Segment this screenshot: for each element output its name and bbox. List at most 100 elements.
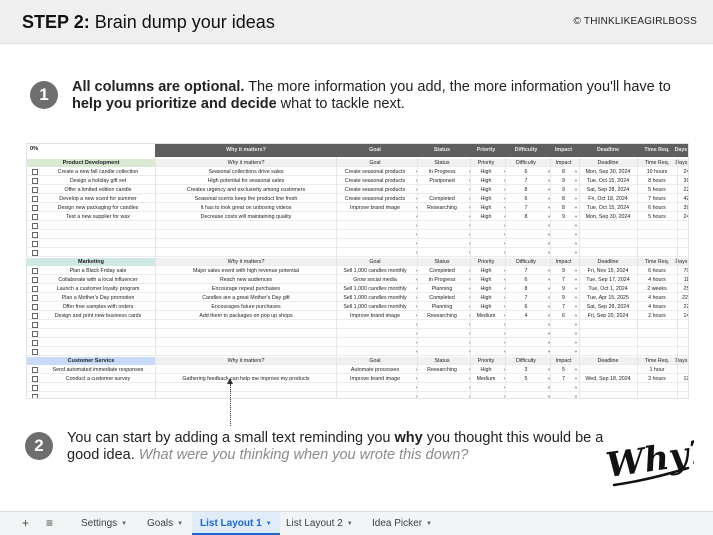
goal-cell[interactable]: Improve brand image: [336, 312, 414, 320]
deadline-cell[interactable]: Tue, Sep 17, 2024: [579, 276, 637, 284]
difficulty-cell[interactable]: 3: [505, 366, 547, 374]
row-checkbox[interactable]: [32, 340, 38, 346]
row-checkbox[interactable]: [32, 241, 38, 247]
days-left-cell[interactable]: [671, 339, 688, 347]
goal-cell[interactable]: [336, 222, 414, 230]
tab-list-layout-1[interactable]: List Layout 1 ▼: [192, 512, 280, 535]
task-cell[interactable]: Develop a new scent for summer: [41, 195, 155, 203]
priority-cell[interactable]: High: [470, 303, 502, 311]
task-cell[interactable]: Plan a Mother's Day promotion: [41, 294, 155, 302]
status-cell[interactable]: Planning: [417, 285, 467, 293]
priority-cell[interactable]: [470, 339, 502, 347]
why-it-matters-cell[interactable]: High potential for seasonal sales: [156, 177, 336, 185]
status-cell[interactable]: [417, 249, 467, 257]
priority-cell[interactable]: [470, 348, 502, 356]
task-cell[interactable]: Design a holiday gift set: [41, 177, 155, 185]
why-it-matters-cell[interactable]: It has to look great on unboxing videos: [156, 204, 336, 212]
task-cell[interactable]: Create a new fall candle collection: [41, 168, 155, 176]
days-left-cell[interactable]: 22: [671, 186, 688, 194]
difficulty-cell[interactable]: [505, 240, 547, 248]
goal-cell[interactable]: [336, 249, 414, 257]
task-cell[interactable]: [41, 240, 155, 248]
difficulty-cell[interactable]: 7: [505, 177, 547, 185]
priority-cell[interactable]: High: [470, 366, 502, 374]
status-cell[interactable]: [417, 231, 467, 239]
row-checkbox[interactable]: [32, 232, 38, 238]
column-header-status[interactable]: Status: [417, 144, 467, 157]
difficulty-cell[interactable]: 8: [505, 186, 547, 194]
goal-cell[interactable]: [336, 330, 414, 338]
task-cell[interactable]: Design new packaging for candles: [41, 204, 155, 212]
status-cell[interactable]: [417, 240, 467, 248]
priority-cell[interactable]: Medium: [470, 312, 502, 320]
task-cell[interactable]: [41, 231, 155, 239]
task-cell[interactable]: [41, 348, 155, 356]
difficulty-cell[interactable]: 4: [505, 312, 547, 320]
days-left-cell[interactable]: 24: [671, 168, 688, 176]
priority-cell[interactable]: High: [470, 186, 502, 194]
difficulty-cell[interactable]: [505, 393, 547, 398]
task-cell[interactable]: [41, 249, 155, 257]
task-cell[interactable]: Design and print new business cards: [41, 312, 155, 320]
row-checkbox[interactable]: [32, 250, 38, 256]
days-left-cell[interactable]: 25: [671, 285, 688, 293]
difficulty-cell[interactable]: [505, 321, 547, 329]
goal-cell[interactable]: [336, 321, 414, 329]
status-cell[interactable]: [417, 339, 467, 347]
deadline-cell[interactable]: Fri, Sep 20, 2024: [579, 312, 637, 320]
goal-cell[interactable]: Sell 1,000 candles monthly: [336, 294, 414, 302]
days-left-cell[interactable]: 14: [671, 312, 688, 320]
row-checkbox[interactable]: [32, 385, 38, 391]
column-header-difficulty[interactable]: Difficulty: [505, 144, 547, 157]
deadline-cell[interactable]: [579, 222, 637, 230]
goal-cell[interactable]: Grow social media: [336, 276, 414, 284]
days-left-cell[interactable]: [671, 222, 688, 230]
status-cell[interactable]: In Progress: [417, 168, 467, 176]
task-cell[interactable]: [41, 321, 155, 329]
status-cell[interactable]: [417, 222, 467, 230]
difficulty-cell[interactable]: 6: [505, 195, 547, 203]
why-it-matters-cell[interactable]: Reach new audiences: [156, 276, 336, 284]
row-checkbox[interactable]: [32, 394, 38, 398]
status-cell[interactable]: In Progress: [417, 276, 467, 284]
task-cell[interactable]: Offer free samples with orders: [41, 303, 155, 311]
status-cell[interactable]: Researching: [417, 366, 467, 374]
status-cell[interactable]: [417, 375, 467, 383]
status-cell[interactable]: [417, 384, 467, 392]
row-checkbox[interactable]: [32, 313, 38, 319]
difficulty-cell[interactable]: [505, 348, 547, 356]
plus-icon[interactable]: +: [22, 516, 29, 530]
task-cell[interactable]: [41, 393, 155, 398]
difficulty-cell[interactable]: 7: [505, 294, 547, 302]
goal-cell[interactable]: [336, 384, 414, 392]
deadline-cell[interactable]: [579, 384, 637, 392]
goal-cell[interactable]: Create seasonal products: [336, 186, 414, 194]
column-header-goal[interactable]: Goal: [336, 144, 414, 157]
goal-cell[interactable]: Create seasonal products: [336, 168, 414, 176]
difficulty-cell[interactable]: 6: [505, 168, 547, 176]
priority-cell[interactable]: High: [470, 294, 502, 302]
why-it-matters-cell[interactable]: Decrease costs will maintaining quality: [156, 213, 336, 221]
days-left-cell[interactable]: 11: [671, 276, 688, 284]
deadline-cell[interactable]: Sat, Sep 28, 2024: [579, 303, 637, 311]
difficulty-cell[interactable]: [505, 339, 547, 347]
priority-cell[interactable]: [470, 249, 502, 257]
goal-cell[interactable]: [336, 393, 414, 398]
priority-cell[interactable]: Medium: [470, 375, 502, 383]
row-checkbox[interactable]: [32, 214, 38, 220]
why-it-matters-cell[interactable]: Encourages future purchases: [156, 303, 336, 311]
status-cell[interactable]: [417, 348, 467, 356]
days-left-cell[interactable]: 221: [671, 294, 688, 302]
section-label[interactable]: Customer Service: [27, 357, 155, 365]
goal-cell[interactable]: Automate processes: [336, 366, 414, 374]
priority-cell[interactable]: High: [470, 168, 502, 176]
row-checkbox[interactable]: [32, 178, 38, 184]
section-label[interactable]: Product Development: [27, 159, 155, 167]
goal-cell[interactable]: [336, 348, 414, 356]
why-it-matters-cell[interactable]: Seasonal collections drive sales: [156, 168, 336, 176]
why-it-matters-cell[interactable]: [156, 240, 336, 248]
why-it-matters-cell[interactable]: [156, 393, 336, 398]
why-it-matters-cell[interactable]: [156, 249, 336, 257]
row-checkbox[interactable]: [32, 322, 38, 328]
priority-cell[interactable]: [470, 393, 502, 398]
